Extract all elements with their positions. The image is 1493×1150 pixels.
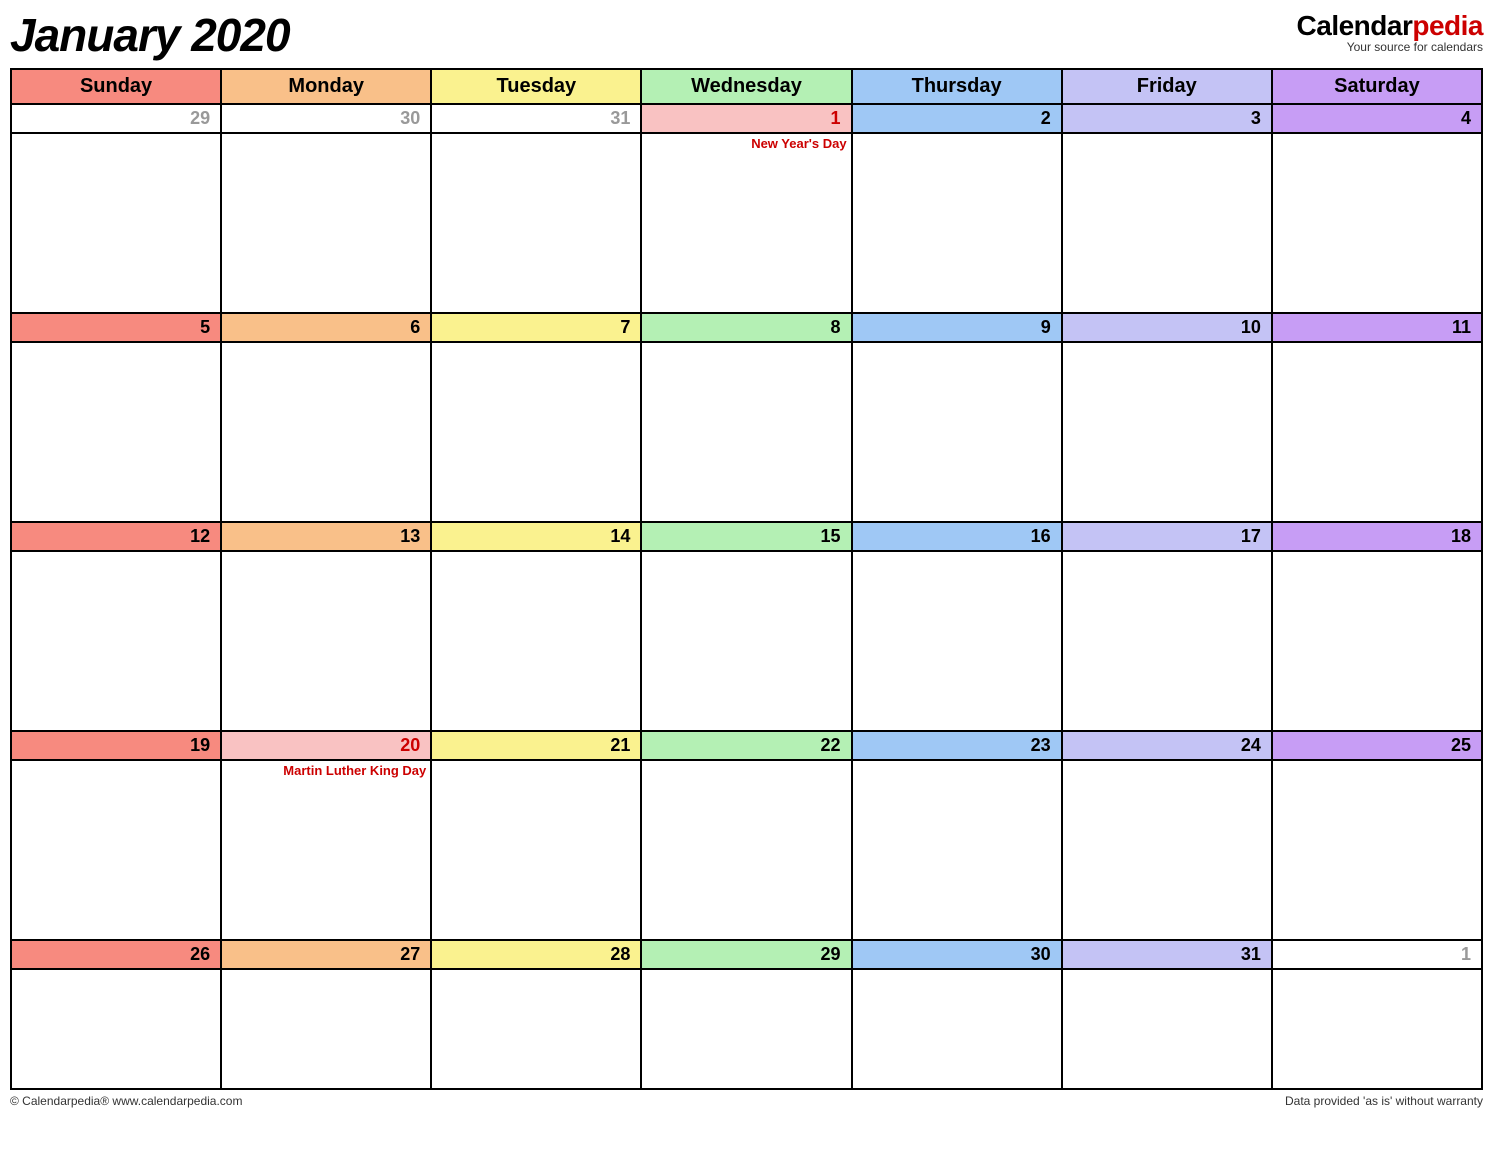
dayhead-monday: Monday bbox=[221, 69, 431, 104]
daycell-2-2 bbox=[431, 551, 641, 731]
daycell-3-3 bbox=[641, 760, 851, 940]
date-2-3: 15 bbox=[641, 522, 851, 551]
date-3-4: 23 bbox=[852, 731, 1062, 760]
date-0-1: 30 bbox=[221, 104, 431, 133]
date-4-6: 1 bbox=[1272, 940, 1482, 969]
dayhead-tuesday: Tuesday bbox=[431, 69, 641, 104]
date-0-2: 31 bbox=[431, 104, 641, 133]
date-3-5: 24 bbox=[1062, 731, 1272, 760]
daycell-0-0 bbox=[11, 133, 221, 313]
date-1-6: 11 bbox=[1272, 313, 1482, 342]
date-3-3: 22 bbox=[641, 731, 851, 760]
daycell-3-5 bbox=[1062, 760, 1272, 940]
event-label: New Year's Day bbox=[646, 136, 846, 151]
date-1-1: 6 bbox=[221, 313, 431, 342]
date-0-0: 29 bbox=[11, 104, 221, 133]
date-2-4: 16 bbox=[852, 522, 1062, 551]
daycell-1-1 bbox=[221, 342, 431, 522]
date-1-2: 7 bbox=[431, 313, 641, 342]
daycell-3-0 bbox=[11, 760, 221, 940]
date-4-4: 30 bbox=[852, 940, 1062, 969]
date-2-2: 14 bbox=[431, 522, 641, 551]
date-0-3: 1 bbox=[641, 104, 851, 133]
date-4-2: 28 bbox=[431, 940, 641, 969]
daycell-2-1 bbox=[221, 551, 431, 731]
date-2-0: 12 bbox=[11, 522, 221, 551]
footer-right: Data provided 'as is' without warranty bbox=[1285, 1094, 1483, 1108]
date-1-0: 5 bbox=[11, 313, 221, 342]
event-label: Martin Luther King Day bbox=[226, 763, 426, 778]
footer-left: © Calendarpedia® www.calendarpedia.com bbox=[10, 1094, 242, 1108]
daycell-3-6 bbox=[1272, 760, 1482, 940]
dayhead-friday: Friday bbox=[1062, 69, 1272, 104]
date-3-0: 19 bbox=[11, 731, 221, 760]
date-2-1: 13 bbox=[221, 522, 431, 551]
date-0-6: 4 bbox=[1272, 104, 1482, 133]
dayhead-sunday: Sunday bbox=[11, 69, 221, 104]
logo-tagline: Your source for calendars bbox=[1297, 40, 1483, 54]
daycell-4-3 bbox=[641, 969, 851, 1089]
date-3-6: 25 bbox=[1272, 731, 1482, 760]
date-0-4: 2 bbox=[852, 104, 1062, 133]
daycell-3-1: Martin Luther King Day bbox=[221, 760, 431, 940]
daycell-1-2 bbox=[431, 342, 641, 522]
daycell-0-5 bbox=[1062, 133, 1272, 313]
date-4-3: 29 bbox=[641, 940, 851, 969]
daycell-0-1 bbox=[221, 133, 431, 313]
logo-part1: Calendar bbox=[1297, 10, 1413, 41]
date-1-3: 8 bbox=[641, 313, 851, 342]
daycell-3-2 bbox=[431, 760, 641, 940]
date-3-1: 20 bbox=[221, 731, 431, 760]
date-2-5: 17 bbox=[1062, 522, 1272, 551]
date-1-5: 10 bbox=[1062, 313, 1272, 342]
daycell-4-5 bbox=[1062, 969, 1272, 1089]
calendar-grid: SundayMondayTuesdayWednesdayThursdayFrid… bbox=[10, 68, 1483, 1090]
daycell-0-2 bbox=[431, 133, 641, 313]
daycell-1-6 bbox=[1272, 342, 1482, 522]
daycell-3-4 bbox=[852, 760, 1062, 940]
page-title: January 2020 bbox=[10, 8, 290, 62]
daycell-2-0 bbox=[11, 551, 221, 731]
logo-part2: pedia bbox=[1412, 10, 1483, 41]
daycell-0-4 bbox=[852, 133, 1062, 313]
dayhead-thursday: Thursday bbox=[852, 69, 1062, 104]
brand-logo: Calendarpedia Your source for calendars bbox=[1297, 10, 1483, 54]
daycell-1-4 bbox=[852, 342, 1062, 522]
daycell-2-4 bbox=[852, 551, 1062, 731]
date-4-5: 31 bbox=[1062, 940, 1272, 969]
date-4-1: 27 bbox=[221, 940, 431, 969]
daycell-1-3 bbox=[641, 342, 851, 522]
date-0-5: 3 bbox=[1062, 104, 1272, 133]
date-3-2: 21 bbox=[431, 731, 641, 760]
daycell-0-6 bbox=[1272, 133, 1482, 313]
dayhead-wednesday: Wednesday bbox=[641, 69, 851, 104]
daycell-2-5 bbox=[1062, 551, 1272, 731]
dayhead-saturday: Saturday bbox=[1272, 69, 1482, 104]
daycell-1-5 bbox=[1062, 342, 1272, 522]
date-1-4: 9 bbox=[852, 313, 1062, 342]
daycell-0-3: New Year's Day bbox=[641, 133, 851, 313]
daycell-4-4 bbox=[852, 969, 1062, 1089]
date-2-6: 18 bbox=[1272, 522, 1482, 551]
daycell-2-3 bbox=[641, 551, 851, 731]
daycell-1-0 bbox=[11, 342, 221, 522]
date-4-0: 26 bbox=[11, 940, 221, 969]
daycell-4-2 bbox=[431, 969, 641, 1089]
daycell-4-1 bbox=[221, 969, 431, 1089]
daycell-2-6 bbox=[1272, 551, 1482, 731]
daycell-4-6 bbox=[1272, 969, 1482, 1089]
daycell-4-0 bbox=[11, 969, 221, 1089]
